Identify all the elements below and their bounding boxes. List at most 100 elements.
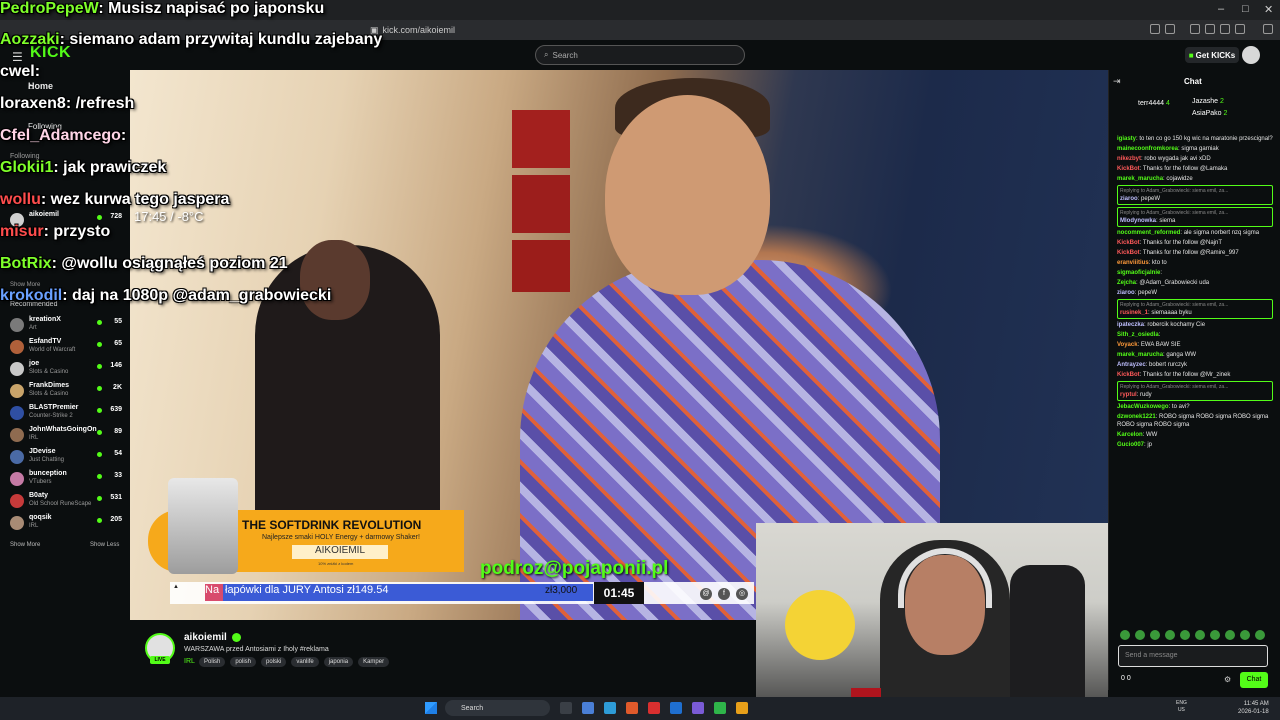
chat-message[interactable]: nocomment_reformed: ale sigma norbert nz… bbox=[1117, 229, 1273, 237]
stream-tag[interactable]: vanlife bbox=[291, 657, 319, 667]
app-icon[interactable] bbox=[670, 702, 682, 714]
chat-username[interactable]: ziaroo bbox=[1120, 196, 1138, 202]
chat-message[interactable]: Replying to Adam_Grabowiecki: siema emil… bbox=[1117, 299, 1273, 319]
sidebar-recommended-channel[interactable]: FrankDimes Slots & Casino 2K bbox=[10, 381, 122, 403]
url-field[interactable]: ▣ kick.com/aikoiemil bbox=[370, 23, 910, 37]
chat-username[interactable]: nocomment_reformed bbox=[1117, 230, 1180, 236]
extension-icon[interactable] bbox=[1150, 24, 1160, 34]
stream-category[interactable]: IRL bbox=[184, 658, 195, 665]
stream-tag[interactable]: polish bbox=[230, 657, 257, 667]
maximize-icon[interactable]: □ bbox=[1242, 3, 1249, 15]
leaderboard-entry[interactable]: terr4444 4 bbox=[1138, 100, 1170, 107]
menu-icon[interactable] bbox=[1263, 24, 1273, 34]
chat-message[interactable]: dzwonek1221: ROBO sigma ROBO sigma ROBO … bbox=[1117, 413, 1273, 429]
settings-icon[interactable]: ⚙ bbox=[1224, 675, 1231, 684]
edge-icon[interactable] bbox=[604, 702, 616, 714]
chat-username[interactable]: KickBot bbox=[1117, 372, 1140, 378]
chat-username[interactable]: KickBot bbox=[1117, 250, 1140, 256]
chat-message[interactable]: KickBot: Thanks for the follow @Lamaka bbox=[1117, 165, 1273, 173]
chat-username[interactable]: KickBot bbox=[1117, 166, 1140, 172]
chat-message[interactable]: eranviiitius: kto to bbox=[1117, 259, 1273, 267]
chat-username[interactable]: marek_marucha bbox=[1117, 176, 1163, 182]
chat-username[interactable]: igiasty bbox=[1117, 136, 1136, 142]
system-clock[interactable]: 11:45 AM 2026-01-18 bbox=[1238, 700, 1269, 716]
app-icon[interactable] bbox=[692, 702, 704, 714]
emote-icon[interactable] bbox=[1210, 630, 1220, 640]
input-language[interactable]: ENG US bbox=[1176, 700, 1187, 714]
chat-message[interactable]: marek_marucha: ganga WW bbox=[1117, 351, 1273, 359]
chat-message[interactable]: mainecoonfromkorea: sigma garniak bbox=[1117, 145, 1273, 153]
profile-icon[interactable] bbox=[1235, 24, 1245, 34]
chat-username[interactable]: JebacWuzkowego bbox=[1117, 404, 1169, 410]
extension-icon[interactable] bbox=[1190, 24, 1200, 34]
emote-icon[interactable] bbox=[1120, 630, 1130, 640]
chat-username[interactable]: marek_marucha bbox=[1117, 352, 1163, 358]
collapse-chat-icon[interactable]: ⇥ bbox=[1113, 76, 1121, 87]
taskbar-search[interactable]: Search bbox=[445, 700, 550, 716]
chat-message[interactable]: KickBot: Thanks for the follow @NajnT bbox=[1117, 239, 1273, 247]
show-more-button[interactable]: Show More bbox=[10, 542, 40, 548]
emote-icon[interactable] bbox=[1180, 630, 1190, 640]
chat-username[interactable]: mainecoonfromkorea bbox=[1117, 146, 1178, 152]
sidebar-recommended-channel[interactable]: BLASTPremier Counter-Strike 2 639 bbox=[10, 403, 122, 425]
windows-start-icon[interactable] bbox=[425, 702, 437, 714]
chat-username[interactable]: dzwonek1221 bbox=[1117, 414, 1156, 420]
chat-message[interactable]: Voyack: EWA BAW SIE bbox=[1117, 341, 1273, 349]
chat-username[interactable]: eranviiitius bbox=[1117, 260, 1149, 266]
leaderboard-entry[interactable]: Jazashe 2 bbox=[1192, 98, 1224, 105]
chat-username[interactable]: ziaroo bbox=[1117, 290, 1135, 296]
downloads-icon[interactable] bbox=[1220, 24, 1230, 34]
chat-send-button[interactable]: Chat bbox=[1240, 672, 1268, 688]
emote-icon[interactable] bbox=[1195, 630, 1205, 640]
chat-message[interactable]: JebacWuzkowego: to avi? bbox=[1117, 403, 1273, 411]
chat-message[interactable]: Zejcha: @Adam_Grabowiecki uda bbox=[1117, 279, 1273, 287]
chat-username[interactable]: Gucio007 bbox=[1117, 442, 1144, 448]
chat-message[interactable]: Gucio007: jp bbox=[1117, 441, 1273, 449]
close-window-icon[interactable]: ✕ bbox=[1264, 3, 1273, 16]
chat-message[interactable]: ipateczka: robercik kochamy Cie bbox=[1117, 321, 1273, 329]
sidebar-recommended-channel[interactable]: B0aty Old School RuneScape 531 bbox=[10, 491, 122, 513]
emote-icon[interactable] bbox=[1165, 630, 1175, 640]
sidebar-icon[interactable] bbox=[1205, 24, 1215, 34]
chat-message[interactable]: Replying to Adam_Grabowiecki: siema emil… bbox=[1117, 381, 1273, 401]
sidebar-recommended-channel[interactable]: kreationX Art 55 bbox=[10, 315, 122, 337]
chat-username[interactable]: sigmaoficjalnie bbox=[1117, 270, 1160, 276]
chat-username[interactable]: Mlodynowka bbox=[1120, 218, 1156, 224]
search-input[interactable]: ⌕ Search bbox=[535, 45, 745, 65]
stream-tag[interactable]: japonia bbox=[323, 657, 354, 667]
chat-username[interactable]: ryptul bbox=[1120, 392, 1137, 398]
sidebar-recommended-channel[interactable]: joe Slots & Casino 146 bbox=[10, 359, 122, 381]
chat-message[interactable]: marek_marucha: cojawidze bbox=[1117, 175, 1273, 183]
leaderboard-entry[interactable]: AsiaPako 2 bbox=[1192, 110, 1227, 117]
sidebar-recommended-channel[interactable]: bunception VTubers 33 bbox=[10, 469, 122, 491]
show-less-button[interactable]: Show Less bbox=[90, 542, 119, 548]
app-icon[interactable] bbox=[648, 702, 660, 714]
emote-icon[interactable] bbox=[1255, 630, 1265, 640]
emote-icon[interactable] bbox=[1240, 630, 1250, 640]
emote-icon[interactable] bbox=[1150, 630, 1160, 640]
chat-message[interactable]: KickBot: Thanks for the follow @Mr_zinek bbox=[1117, 371, 1273, 379]
chat-username[interactable]: Antrayzec bbox=[1117, 362, 1146, 368]
sidebar-recommended-channel[interactable]: JDevise Just Chatting 54 bbox=[10, 447, 122, 469]
sidebar-recommended-channel[interactable]: JohnWhatsGoingOn IRL 89 bbox=[10, 425, 122, 447]
stream-tag[interactable]: Kamper bbox=[358, 657, 390, 667]
chat-username[interactable]: Zejcha bbox=[1117, 280, 1136, 286]
chat-message[interactable]: KickBot: Thanks for the follow @Ramire_9… bbox=[1117, 249, 1273, 257]
chat-message[interactable]: Replying to Adam_Grabowiecki: siema emil… bbox=[1117, 207, 1273, 227]
emote-icon[interactable] bbox=[1135, 630, 1145, 640]
chat-username[interactable]: Sith_z_osiedla bbox=[1117, 332, 1159, 338]
sidebar-recommended-channel[interactable]: EsfandTV World of Warcraft 65 bbox=[10, 337, 122, 359]
sidebar-recommended-channel[interactable]: qoqsik IRL 205 bbox=[10, 513, 122, 535]
file-explorer-icon[interactable] bbox=[582, 702, 594, 714]
get-kicks-button[interactable]: ■ Get KICKs bbox=[1185, 47, 1239, 63]
chat-username[interactable]: KickBot bbox=[1117, 240, 1140, 246]
chat-message[interactable]: ziaroo: pepeW bbox=[1117, 289, 1273, 297]
extension-icon[interactable] bbox=[1165, 24, 1175, 34]
chat-message[interactable]: igiasty: to ten co go 150 kg wic na mara… bbox=[1117, 135, 1273, 143]
chat-message[interactable]: Replying to Adam_Grabowiecki: siema emil… bbox=[1117, 185, 1273, 205]
chat-username[interactable]: nikezbyt bbox=[1117, 156, 1141, 162]
emote-icon[interactable] bbox=[1225, 630, 1235, 640]
hamburger-menu-icon[interactable]: ☰ bbox=[12, 50, 23, 64]
chat-message[interactable]: sigmaoficjalnie: bbox=[1117, 269, 1273, 277]
streamer-name[interactable]: aikoiemil bbox=[184, 632, 227, 643]
